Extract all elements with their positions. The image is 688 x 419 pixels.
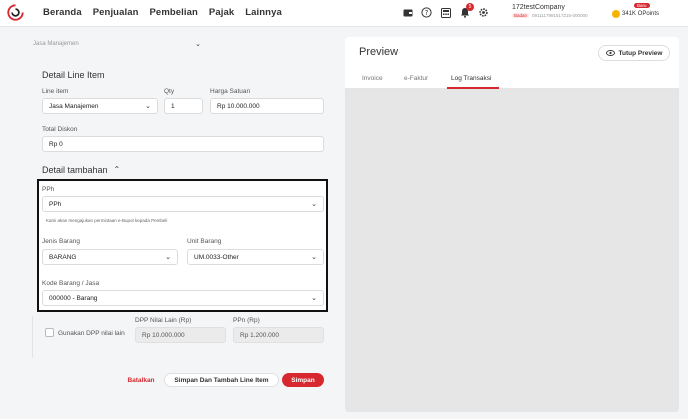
pph-value: PPh: [49, 200, 62, 208]
company-name: 172testCompany: [512, 4, 565, 11]
points-widget[interactable]: Baru 341K OPoints: [612, 3, 659, 18]
unit-barang-label: Unit Barang: [187, 238, 222, 245]
company-switcher[interactable]: 172testCompany Badan 0911117991517215-00…: [512, 4, 588, 18]
top-icons: ? 5: [401, 3, 490, 19]
jenis-barang-select[interactable]: BARANG ⌄: [42, 249, 178, 265]
kode-barang-select[interactable]: 000000 - Barang ⌄: [42, 290, 324, 306]
close-preview-label: Tutup Preview: [618, 49, 663, 57]
qty-input[interactable]: 1: [164, 98, 203, 114]
ppn-label: PPn (Rp): [233, 317, 260, 324]
chevron-down-icon: ⌄: [145, 103, 151, 110]
chevron-down-icon: ⌄: [311, 201, 317, 208]
new-badge: Baru: [634, 3, 650, 8]
diskon-label: Total Diskon: [42, 126, 78, 133]
unit-barang-value: UM.0033-Other: [194, 253, 239, 261]
pph-label: PPh: [42, 186, 55, 193]
diskon-input[interactable]: Rp 0: [42, 136, 324, 152]
chevron-down-icon: ⌄: [311, 295, 317, 302]
chevron-down-icon: ⌄: [311, 254, 317, 261]
dpp-checkbox-label: Gunakan DPP nilai lain: [58, 330, 125, 337]
nav-pajak[interactable]: Pajak: [209, 7, 234, 18]
wallet-icon[interactable]: [401, 6, 414, 19]
nav-beranda[interactable]: Beranda: [43, 7, 82, 18]
ppn-input: Rp 1.200.000: [233, 327, 324, 343]
tab-efaktur[interactable]: e-Faktur: [404, 75, 428, 82]
kode-barang-value: 000000 - Barang: [49, 294, 98, 302]
unit-barang-select[interactable]: UM.0033-Other ⌄: [187, 249, 324, 265]
points-row: 341K OPoints: [612, 10, 659, 18]
qty-value: 1: [171, 102, 175, 110]
company-npwp: 0911117991517215-000000: [532, 13, 588, 18]
dpp-input: Rp 10.000.000: [135, 327, 226, 343]
faded-previous-select[interactable]: Jasa Manajemen ⌄: [27, 37, 207, 51]
preview-title: Preview: [359, 46, 399, 58]
app-logo-icon[interactable]: [7, 4, 24, 21]
save-and-add-button[interactable]: Simpan Dan Tambah Line Item: [164, 373, 279, 387]
calculator-icon[interactable]: [439, 6, 452, 19]
faded-select-value: Jasa Manajemen: [33, 41, 79, 47]
bell-icon[interactable]: 5: [458, 3, 474, 19]
detail-line-item-title: Detail Line Item: [42, 70, 105, 80]
coin-icon: [612, 10, 620, 18]
tab-invoice[interactable]: Invoice: [362, 75, 383, 82]
qty-label: Qty: [164, 88, 175, 95]
ppn-value: Rp 1.200.000: [240, 331, 280, 339]
harga-label: Harga Satuan: [210, 88, 251, 95]
dpp-value: Rp 10.000.000: [142, 331, 185, 339]
top-navbar: Beranda Penjualan Pembelian Pajak Lainny…: [0, 0, 688, 27]
line-item-select[interactable]: Jasa Manajemen ⌄: [42, 98, 158, 114]
cancel-button[interactable]: Batalkan: [121, 373, 161, 387]
help-icon[interactable]: ?: [420, 6, 433, 19]
chevron-up-icon: ⌃: [113, 165, 121, 174]
tab-log-transaksi[interactable]: Log Transaksi: [451, 75, 491, 82]
kode-barang-label: Kode Barang / Jasa: [42, 280, 100, 287]
side-divider: [32, 316, 33, 358]
pph-note: Kami akan mengajukan permintaan e-Bupot …: [46, 218, 168, 223]
close-preview-button[interactable]: Tutup Preview: [598, 45, 670, 61]
jenis-barang-label: Jenis Barang: [42, 238, 80, 245]
points-value: 341K OPoints: [622, 11, 660, 17]
detail-tambahan-title: Detail tambahan: [42, 165, 108, 175]
gear-icon[interactable]: [477, 6, 490, 19]
chevron-down-icon: ⌄: [195, 41, 201, 48]
harga-value: Rp 10.000.000: [217, 102, 260, 110]
notification-badge: 5: [466, 3, 474, 11]
jenis-barang-value: BARANG: [49, 253, 77, 261]
preview-header: Preview Tutup Preview Invoice e-Faktur L…: [345, 37, 679, 89]
company-type-badge: Badan: [512, 13, 530, 18]
svg-text:?: ?: [425, 9, 429, 17]
chevron-down-icon: ⌄: [165, 254, 171, 261]
preview-panel: Preview Tutup Preview Invoice e-Faktur L…: [345, 37, 679, 412]
active-tab-indicator: [447, 87, 499, 89]
line-item-value: Jasa Manajemen: [49, 102, 99, 110]
eye-icon: [605, 50, 615, 56]
save-button[interactable]: Simpan: [282, 373, 324, 387]
nav-penjualan[interactable]: Penjualan: [93, 7, 139, 18]
nav-lainnya[interactable]: Lainnya: [245, 7, 282, 18]
nav-pembelian[interactable]: Pembelian: [150, 7, 198, 18]
dpp-checkbox[interactable]: [45, 328, 54, 337]
harga-input[interactable]: Rp 10.000.000: [210, 98, 324, 114]
detail-tambahan-toggle[interactable]: Detail tambahan ⌃: [42, 165, 120, 175]
company-sub: Badan 0911117991517215-000000: [512, 13, 588, 18]
pph-select[interactable]: PPh ⌄: [42, 196, 324, 212]
line-item-label: Line item: [42, 88, 69, 95]
dpp-label: DPP Nilai Lain (Rp): [135, 317, 192, 324]
diskon-value: Rp 0: [49, 140, 63, 148]
main-nav: Beranda Penjualan Pembelian Pajak Lainny…: [43, 7, 282, 18]
